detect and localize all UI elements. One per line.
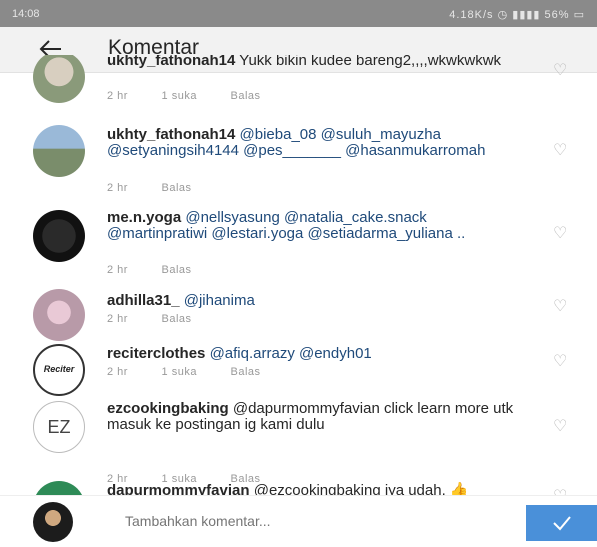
brand-logo: Reciter	[43, 364, 75, 374]
status-indicators: 4.18K/s ◷ ▮▮▮▮ 56% ▭	[449, 9, 585, 21]
avatar[interactable]	[33, 289, 85, 341]
comment-text[interactable]: @jihanima	[184, 292, 255, 309]
avatar[interactable]	[33, 210, 85, 262]
comment-text[interactable]: @afiq.arrazy @endyh01	[210, 345, 372, 362]
comment-time: 2 hr	[107, 366, 128, 378]
comment-time: 2 hr	[107, 313, 128, 325]
comment-list[interactable]: ukhty_fathonah14 Yukk bikin kudee bareng…	[0, 55, 597, 495]
comment-username[interactable]: ezcookingbaking	[107, 400, 229, 417]
comment-text: @ezcookingbaking iya udah. 👍	[253, 482, 469, 496]
reply-link[interactable]: Balas	[162, 264, 192, 276]
comment-username[interactable]: adhilla31_	[107, 292, 180, 309]
status-bar: 14:08 4.18K/s ◷ ▮▮▮▮ 56% ▭	[0, 0, 597, 27]
comment-username[interactable]: ukhty_fathonah14	[107, 55, 235, 69]
avatar[interactable]	[33, 481, 85, 495]
comment-meta: 2 hr 1 suka Balas	[107, 366, 291, 378]
send-button[interactable]	[526, 505, 597, 541]
comment-username[interactable]: dapurmommyfavian	[107, 482, 250, 496]
check-icon	[552, 516, 571, 531]
comment-username[interactable]: reciterclothes	[107, 345, 205, 362]
reply-link[interactable]: Balas	[162, 313, 192, 325]
avatar[interactable]: Reciter	[33, 344, 85, 396]
comment-meta: 2 hr 1 suka Balas	[107, 90, 291, 102]
avatar[interactable]	[33, 125, 85, 177]
heart-icon[interactable]: ♡	[553, 299, 571, 315]
comment-username[interactable]: me.n.yoga	[107, 209, 181, 226]
comment-meta: 2 hr Balas	[107, 264, 222, 276]
status-time: 14:08	[12, 8, 40, 20]
avatar	[33, 502, 73, 542]
comment-meta: 2 hr Balas	[107, 182, 222, 194]
comment-text: Yukk bikin kudee bareng2,,,,wkwkwkwk	[239, 55, 502, 69]
heart-icon[interactable]: ♡	[553, 354, 571, 370]
comment-likes[interactable]: 1 suka	[162, 366, 197, 378]
comment-time: 2 hr	[107, 182, 128, 194]
reply-link[interactable]: Balas	[231, 366, 261, 378]
heart-icon[interactable]: ♡	[553, 226, 571, 242]
comment-meta: 2 hr Balas	[107, 313, 222, 325]
heart-icon[interactable]: ♡	[553, 419, 571, 435]
comment-time: 2 hr	[107, 90, 128, 102]
heart-icon[interactable]: ♡	[553, 63, 571, 79]
reply-link[interactable]: Balas	[162, 182, 192, 194]
comment-input[interactable]	[123, 512, 487, 530]
comment-time: 2 hr	[107, 264, 128, 276]
reply-link[interactable]: Balas	[231, 90, 261, 102]
comment-username[interactable]: ukhty_fathonah14	[107, 126, 235, 143]
heart-icon[interactable]: ♡	[553, 143, 571, 159]
comment-composer	[0, 495, 597, 546]
avatar[interactable]: EZ	[33, 401, 85, 453]
comment-likes[interactable]: 1 suka	[162, 90, 197, 102]
avatar[interactable]	[33, 55, 85, 103]
